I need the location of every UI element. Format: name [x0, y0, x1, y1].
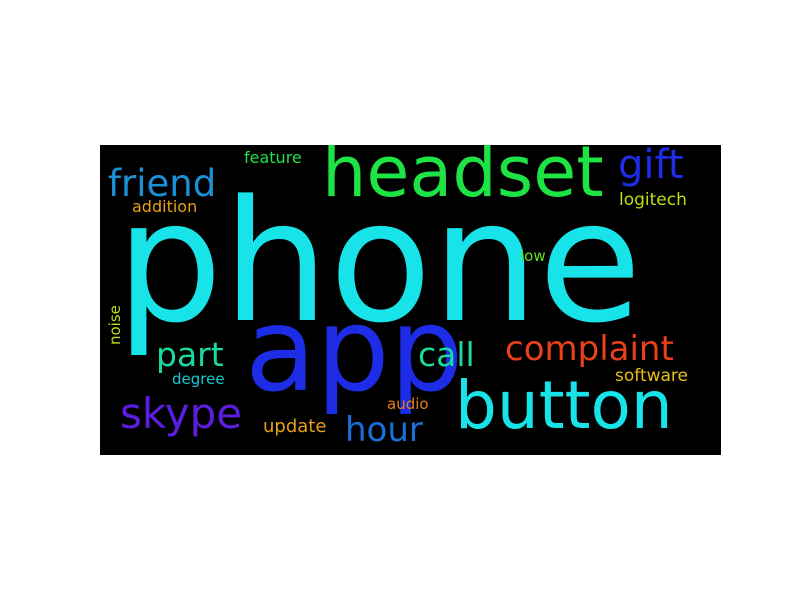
word-complaint: complaint — [505, 329, 674, 369]
word-part: part — [156, 335, 224, 374]
word-degree: degree — [172, 370, 225, 388]
word-noise: noise — [106, 305, 124, 345]
word-gift: gift — [618, 145, 684, 188]
word-update: update — [263, 416, 327, 437]
word-hour: hour — [345, 410, 423, 450]
word-skype: skype — [120, 389, 243, 438]
word-headset: headset — [322, 145, 604, 213]
word-call: call — [418, 335, 475, 374]
word-logitech: logitech — [619, 190, 687, 210]
word-audio: audio — [387, 395, 429, 413]
word-feature: feature — [244, 148, 302, 167]
word-low: low — [520, 247, 546, 265]
word-software: software — [615, 366, 689, 386]
figure-canvas: phone headset app button gift friend com… — [0, 0, 800, 600]
word-addition: addition — [132, 197, 198, 216]
word-cloud: phone headset app button gift friend com… — [100, 145, 721, 455]
